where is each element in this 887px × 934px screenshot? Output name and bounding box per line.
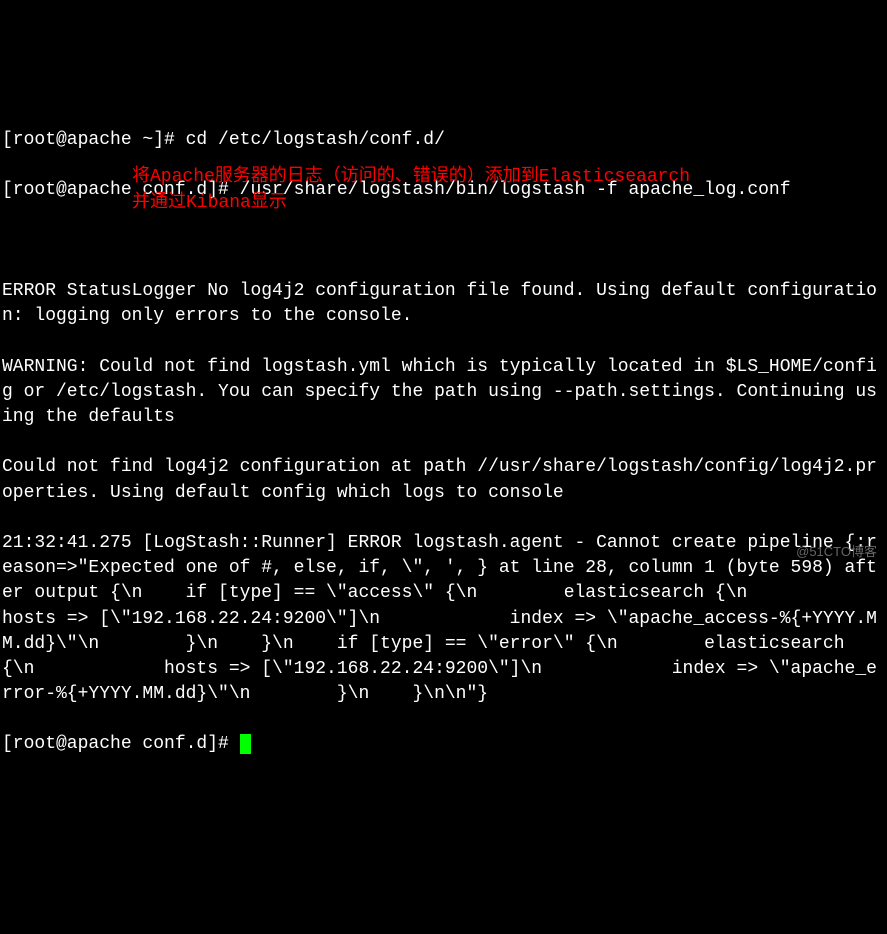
output-line-warning: WARNING: Could not find logstash.yml whi…: [2, 355, 885, 431]
output-line-logstash-error: 21:32:41.275 [LogStash::Runner] ERROR lo…: [2, 531, 885, 707]
output-line-notfound: Could not find log4j2 configuration at p…: [2, 455, 885, 505]
prompt-text: [root@apache conf.d]#: [2, 734, 240, 754]
annotation-text-2: 并通过Kibana显示: [132, 191, 287, 216]
output-line-error: ERROR StatusLogger No log4j2 configurati…: [2, 279, 885, 329]
command-prompt: [root@apache conf.d]#: [2, 734, 251, 754]
cursor: [240, 734, 251, 754]
annotation-text-1: 将Apache服务器的日志（访问的、错误的）添加到Elasticseaarch: [132, 165, 690, 190]
watermark: @51CTO博客: [796, 543, 877, 561]
command-line-1: [root@apache ~]# cd /etc/logstash/conf.d…: [2, 128, 885, 153]
terminal-output[interactable]: [root@apache ~]# cd /etc/logstash/conf.d…: [2, 103, 885, 758]
